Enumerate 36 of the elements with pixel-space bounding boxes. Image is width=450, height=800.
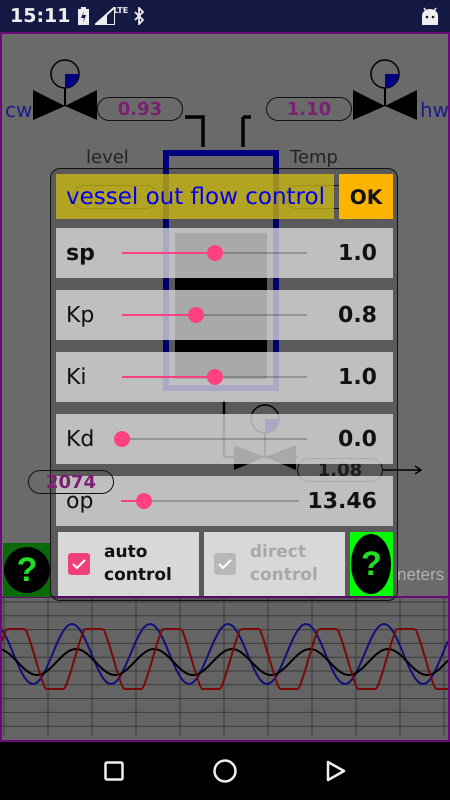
parameter-value: 0.0 xyxy=(338,426,377,452)
back-icon[interactable] xyxy=(326,760,346,782)
mode-option[interactable]: auto control xyxy=(58,532,199,596)
valve-label: hw xyxy=(420,98,450,122)
level-label: level xyxy=(86,148,129,168)
recents-icon[interactable] xyxy=(104,761,124,781)
valve-label: cw xyxy=(5,98,32,122)
parameter-name: Kd xyxy=(66,426,96,452)
hint-text: neters xyxy=(397,565,444,585)
flow-reading: 1.10 xyxy=(266,97,352,121)
check-icon xyxy=(216,557,233,571)
parameter-name: Ki xyxy=(66,364,88,390)
flow-reading: 0.93 xyxy=(97,97,183,121)
clock-time: 15:11 xyxy=(10,5,70,27)
parameter-name: sp xyxy=(66,240,96,266)
temp-label: Temp xyxy=(290,148,338,168)
parameter-name: Kp xyxy=(66,302,96,328)
battery-icon xyxy=(78,7,90,25)
signal-icon xyxy=(95,7,116,25)
valve-icon xyxy=(33,58,97,122)
check-icon xyxy=(71,557,87,571)
parameter-value: 1.0 xyxy=(338,240,377,266)
help-button[interactable]: ? xyxy=(3,543,51,597)
dialog-title: vessel out flow control xyxy=(56,174,334,219)
pipe-drawing xyxy=(183,115,253,149)
help-button[interactable]: ? xyxy=(350,532,394,596)
parameter-value: 0.8 xyxy=(338,302,377,328)
home-icon[interactable] xyxy=(212,759,237,783)
outflow-arrow xyxy=(383,465,423,475)
bluetooth-icon xyxy=(134,7,144,25)
android-icon xyxy=(420,7,440,25)
checkbox[interactable] xyxy=(68,553,90,575)
valve-icon xyxy=(353,58,417,122)
parameter-value: 1.0 xyxy=(338,364,377,390)
parameter-value: 13.46 xyxy=(307,488,377,514)
ok-button[interactable]: OK xyxy=(339,174,393,219)
